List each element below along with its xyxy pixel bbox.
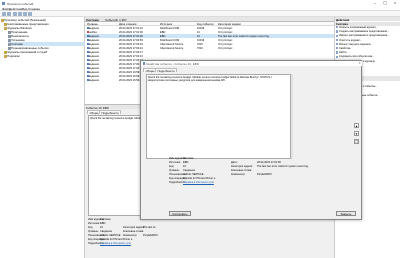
copy-button[interactable]: Копировать xyxy=(169,211,191,216)
prop-value: 10 xyxy=(100,226,103,229)
prop-value: Сведения xyxy=(100,230,112,233)
back-icon[interactable] xyxy=(2,12,6,16)
action-label: Сохранить все события как... xyxy=(338,55,375,59)
message-scrollbar[interactable] xyxy=(291,74,293,159)
prop-value: Opcode for PM and Driver e xyxy=(183,177,216,180)
prop-label: Категория задачи: xyxy=(123,226,145,229)
prop-value: PurpleMAPC xyxy=(257,173,272,176)
next-event-button[interactable]: ▼ xyxy=(354,131,359,136)
prop-label: Код xyxy=(88,226,93,229)
event-viewer-icon xyxy=(2,1,5,5)
action-label: Очистить журнал... xyxy=(338,38,363,42)
up-folder-icon[interactable] xyxy=(13,12,17,16)
prop-value: Система xyxy=(100,218,111,221)
action-icon xyxy=(336,47,339,50)
prop-label: Дата: xyxy=(231,161,238,164)
prop-label: Категория задачи: xyxy=(231,165,253,168)
dialog-title-bar: Свойства события - Событие 10, EBD × xyxy=(141,61,362,66)
prop-value: The last two error codes fo system event… xyxy=(257,165,309,168)
tree-item-subscriptions[interactable]: Подписки xyxy=(4,54,20,58)
online-help-link[interactable]: Справка в Интернете для xyxy=(100,242,131,245)
prop-label: Уровень: xyxy=(88,230,99,233)
prop-value: EBD xyxy=(100,222,106,225)
prop-value: LOCAL SERVICE xyxy=(100,234,121,237)
row-level: Сведения xyxy=(87,79,99,82)
action-label: Открыть сохраненный журнал... xyxy=(338,26,378,29)
dialog-close-button[interactable]: Закрыть xyxy=(336,211,356,216)
action-icon xyxy=(336,51,339,54)
help-icon[interactable] xyxy=(23,12,27,16)
action-label: Импорт настраиваемого представления... xyxy=(338,34,390,38)
previous-event-button[interactable]: ▲ xyxy=(354,123,359,128)
prop-value: Сведения xyxy=(183,169,195,172)
prop-value: Система xyxy=(183,157,194,160)
navigation-tree: Просмотр событий (Локальный) Настраиваем… xyxy=(0,17,85,258)
column-headers: Уровень Дата и время Источник Код событи… xyxy=(85,21,334,26)
prop-value: LOCAL SERVICE xyxy=(183,173,204,176)
action-icon xyxy=(336,34,339,37)
properties-icon[interactable] xyxy=(28,12,32,16)
prop-label: Уровень: xyxy=(169,169,180,172)
show-hide-tree-icon[interactable] xyxy=(18,12,22,16)
prop-label: Источник: xyxy=(169,161,181,164)
dialog-message[interactable]: Check the remaining resource budget. Mod… xyxy=(146,74,291,159)
prop-value: PurpleMAPC xyxy=(143,234,158,237)
prop-label: Ключевые слова: xyxy=(123,230,144,233)
action-icon xyxy=(336,55,339,58)
prop-value: EBD xyxy=(183,161,189,164)
action-icon xyxy=(336,30,339,33)
window-title: Просмотр событий xyxy=(7,1,34,6)
action-icon xyxy=(336,26,339,29)
copy-icon[interactable]: ❐ xyxy=(354,139,359,144)
action-label: Фильтр текущего журнала... xyxy=(338,42,373,46)
action-icon xyxy=(336,38,339,41)
prop-label: Источник: xyxy=(88,222,100,225)
forward-icon[interactable] xyxy=(7,12,11,16)
tab-details[interactable]: Подробности xyxy=(99,109,122,115)
action-label: Создать настраиваемое представление... xyxy=(338,30,390,34)
action-icon xyxy=(336,43,339,46)
dialog-close-icon[interactable]: × xyxy=(358,61,360,65)
action-label: Свойства xyxy=(338,47,351,50)
dialog-tab-details[interactable]: Подробности xyxy=(155,67,178,73)
prop-label: Компьютер: xyxy=(123,234,138,237)
event-properties-dialog: Свойства события - Событие 10, EBD × Общ… xyxy=(140,60,362,220)
dialog-title: Свойства события - Событие 10, EBD xyxy=(146,62,199,66)
prop-label: Ключевые слова: xyxy=(231,169,252,172)
prop-value: Opcode for PM and Driver e xyxy=(100,238,133,241)
prop-value: 20.04.2023 17:01:00 xyxy=(257,161,281,164)
action-label: Найти... xyxy=(338,51,349,55)
event-icon xyxy=(142,62,145,65)
prop-value: The last tw xyxy=(143,226,156,229)
online-help-link[interactable]: Справка в Интернете для xyxy=(183,181,214,184)
prop-label: Код: xyxy=(169,165,175,168)
prop-label: Компьютер: xyxy=(231,173,246,176)
prop-value: 10 xyxy=(183,165,186,168)
